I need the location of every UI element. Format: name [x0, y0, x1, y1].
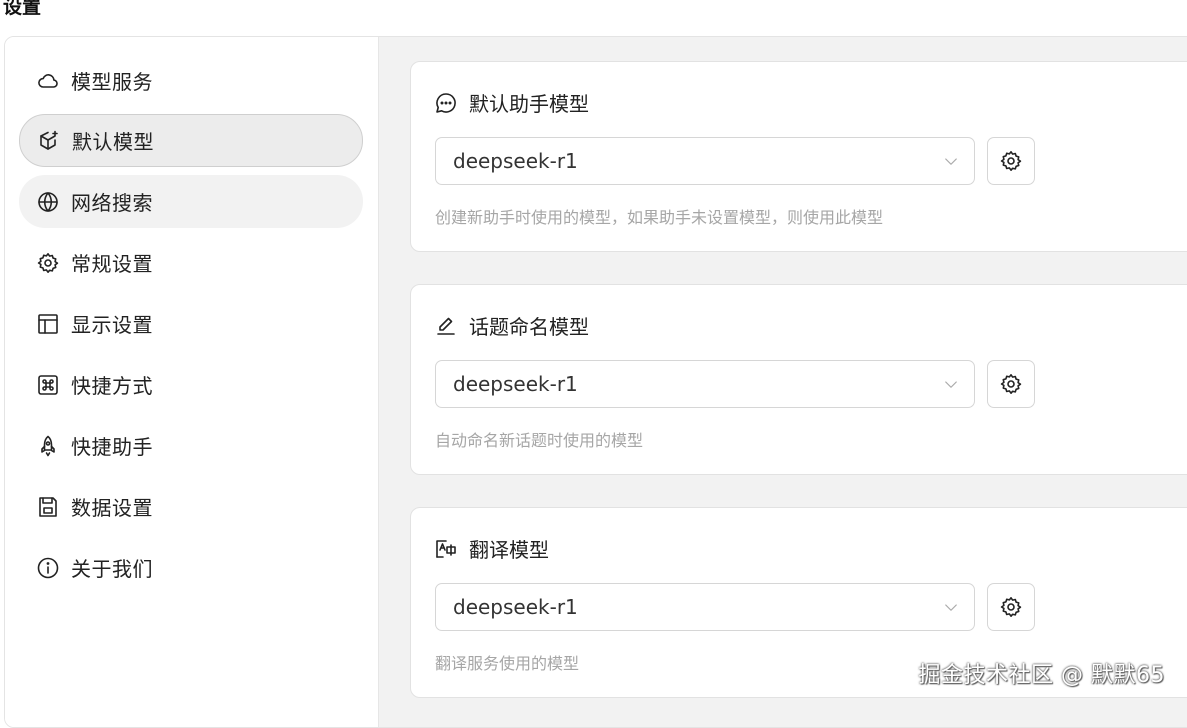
chat-bubble-dots-icon: [433, 90, 459, 116]
command-key-icon: [35, 372, 61, 398]
sidebar-item-label: 模型服务: [71, 66, 153, 95]
gear-icon: [35, 250, 61, 276]
translation-model-select[interactable]: deepseek-r1: [435, 583, 975, 631]
sidebar-item-data-settings[interactable]: 数据设置: [19, 480, 363, 533]
watermark: 掘金技术社区 @ 默默65: [919, 657, 1165, 689]
card-header: 默认助手模型: [433, 88, 589, 117]
sidebar-item-label: 网络搜索: [71, 187, 153, 216]
chevron-down-icon: [942, 376, 960, 394]
gear-icon: [999, 372, 1023, 396]
select-value: deepseek-r1: [453, 149, 578, 173]
card-title: 默认助手模型: [469, 88, 589, 117]
chevron-down-icon: [942, 153, 960, 171]
info-circle-icon: [35, 555, 61, 581]
card-header: 话题命名模型: [433, 311, 589, 340]
sidebar-item-label: 快捷方式: [71, 370, 153, 399]
sidebar-item-label: 默认模型: [72, 126, 154, 155]
sidebar-item-web-search[interactable]: 网络搜索: [19, 175, 363, 228]
sidebar-item-shortcuts[interactable]: 快捷方式: [19, 358, 363, 411]
settings-sidebar: 模型服务 默认模型 网络搜索 常规设置 显示设置: [5, 37, 379, 727]
floppy-disk-icon: [35, 494, 61, 520]
translate-icon: [433, 536, 459, 562]
layout-panel-icon: [35, 311, 61, 337]
default-assistant-model-select[interactable]: deepseek-r1: [435, 137, 975, 185]
gear-icon: [999, 595, 1023, 619]
pen-underline-icon: [433, 313, 459, 339]
sidebar-item-label: 数据设置: [71, 492, 153, 521]
sidebar-item-model-service[interactable]: 模型服务: [19, 54, 363, 107]
sidebar-item-label: 常规设置: [71, 248, 153, 277]
card-description: 创建新助手时使用的模型，如果助手未设置模型，则使用此模型: [435, 204, 883, 228]
sidebar-item-label: 快捷助手: [71, 431, 153, 460]
topic-naming-model-settings-button[interactable]: [987, 360, 1035, 408]
page-title: 设置: [3, 0, 41, 19]
rocket-icon: [35, 433, 61, 459]
default-assistant-model-settings-button[interactable]: [987, 137, 1035, 185]
card-header: 翻译模型: [433, 534, 549, 563]
translation-model-settings-button[interactable]: [987, 583, 1035, 631]
chevron-down-icon: [942, 599, 960, 617]
gear-icon: [999, 149, 1023, 173]
sidebar-item-quick-assistant[interactable]: 快捷助手: [19, 419, 363, 472]
sidebar-item-display-settings[interactable]: 显示设置: [19, 297, 363, 350]
sidebar-item-about-us[interactable]: 关于我们: [19, 541, 363, 594]
globe-icon: [35, 189, 61, 215]
sidebar-item-label: 显示设置: [71, 309, 153, 338]
cloud-icon: [35, 68, 61, 94]
settings-panel: 模型服务 默认模型 网络搜索 常规设置 显示设置: [4, 36, 1187, 728]
default-assistant-model-card: 默认助手模型 deepseek-r1 创建新助手时使用的模型，如果助手未设置模型…: [410, 61, 1187, 252]
settings-content: 默认助手模型 deepseek-r1 创建新助手时使用的模型，如果助手未设置模型…: [379, 37, 1187, 727]
card-description: 翻译服务使用的模型: [435, 650, 579, 674]
sidebar-item-general-settings[interactable]: 常规设置: [19, 236, 363, 289]
select-value: deepseek-r1: [453, 595, 578, 619]
topic-naming-model-select[interactable]: deepseek-r1: [435, 360, 975, 408]
topic-naming-model-card: 话题命名模型 deepseek-r1 自动命名新话题时使用的模型: [410, 284, 1187, 475]
cube-sparkle-icon: [36, 128, 62, 154]
card-title: 话题命名模型: [469, 311, 589, 340]
sidebar-item-label: 关于我们: [71, 553, 153, 582]
card-title: 翻译模型: [469, 534, 549, 563]
card-description: 自动命名新话题时使用的模型: [435, 427, 643, 451]
sidebar-item-default-model[interactable]: 默认模型: [19, 114, 363, 167]
select-value: deepseek-r1: [453, 372, 578, 396]
